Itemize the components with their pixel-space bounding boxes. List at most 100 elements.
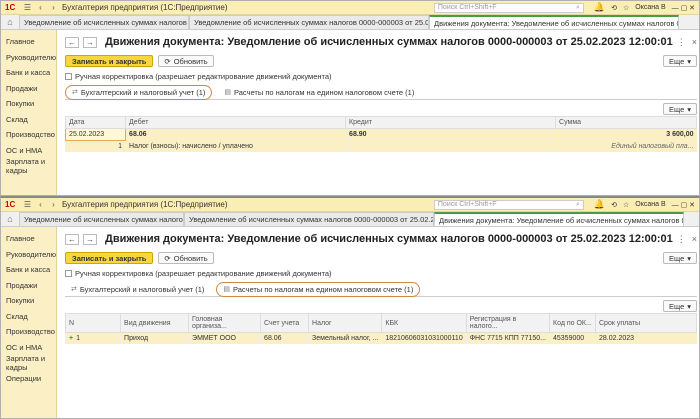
sidebar-item-warehouse[interactable]: Склад bbox=[1, 112, 56, 128]
col-n[interactable]: N bbox=[65, 313, 122, 333]
sidebar-item-production[interactable]: Производство bbox=[1, 324, 56, 340]
table-row[interactable]: +1 Приход ЭММЕТ ООО 68.06 Земельный нало… bbox=[65, 332, 697, 344]
star-icon[interactable]: ☆ bbox=[623, 4, 629, 12]
history-icon[interactable]: ⟲ bbox=[611, 4, 617, 12]
credit-cell[interactable]: 68.90 bbox=[345, 128, 556, 141]
menu-icon[interactable]: ☰ bbox=[23, 200, 32, 209]
save-close-button[interactable]: Записать и закрыть bbox=[65, 252, 154, 264]
manual-edit-checkbox[interactable] bbox=[65, 270, 73, 277]
col-date[interactable]: Дата bbox=[65, 116, 127, 129]
history-icon[interactable]: ⟲ bbox=[611, 201, 617, 209]
sidebar-item-manager[interactable]: Руководителю bbox=[1, 50, 56, 66]
sidebar-item-manager[interactable]: Руководителю bbox=[1, 247, 56, 263]
forward-icon[interactable]: › bbox=[49, 200, 58, 209]
refresh-icon: ⟳ bbox=[164, 56, 171, 66]
home-icon[interactable]: ⌂ bbox=[1, 211, 19, 226]
sidebar-item-main[interactable]: Главное bbox=[1, 231, 56, 247]
sidebar-item-assets[interactable]: ОС и НМА bbox=[1, 340, 56, 356]
user-name[interactable]: Оксана В bbox=[635, 201, 665, 208]
col-debit[interactable]: Дебет bbox=[125, 116, 347, 129]
save-close-button[interactable]: Записать и закрыть bbox=[65, 55, 154, 67]
home-icon[interactable]: ⌂ bbox=[1, 14, 19, 29]
col-okato[interactable]: Код по ОК... bbox=[549, 313, 596, 333]
bell-icon[interactable]: 🔔 bbox=[594, 2, 605, 13]
forward-icon[interactable]: › bbox=[49, 3, 58, 12]
sidebar-item-production[interactable]: Производство bbox=[1, 127, 56, 143]
col-tax[interactable]: Налог bbox=[308, 313, 383, 333]
chevron-down-icon: ▾ bbox=[687, 56, 692, 66]
sidebar-item-operations[interactable]: Операции bbox=[1, 371, 56, 387]
due-date-cell[interactable]: 28.02.2023 bbox=[594, 332, 697, 344]
content-cell[interactable]: Единый налоговый пла... bbox=[555, 140, 697, 152]
table-row[interactable]: 1 Налог (взносы): начислено / уплачено Е… bbox=[65, 140, 697, 152]
kbk-cell[interactable]: 18210606031031000110 bbox=[381, 332, 467, 344]
date-cell[interactable]: 25.02.2023 bbox=[65, 128, 127, 141]
refresh-button[interactable]: ⟳ Обновить bbox=[158, 55, 214, 67]
more-options-icon[interactable]: ⋮ bbox=[677, 37, 686, 48]
registration-cell[interactable]: ФНС 7715 КПП 77150... bbox=[465, 332, 550, 344]
sidebar-item-purchases[interactable]: Покупки bbox=[1, 96, 56, 112]
bell-icon[interactable]: 🔔 bbox=[594, 199, 605, 210]
sidebar-item-sales[interactable]: Продажи bbox=[1, 81, 56, 97]
tab-notice-list[interactable]: Уведомление об исчисленных суммах налого… bbox=[19, 15, 189, 29]
back-icon[interactable]: ‹ bbox=[36, 3, 45, 12]
sidebar-item-main[interactable]: Главное bbox=[1, 34, 56, 50]
col-org[interactable]: Головная организа... bbox=[188, 313, 262, 333]
menu-icon[interactable]: ☰ bbox=[23, 3, 32, 12]
col-credit[interactable]: Кредит bbox=[345, 116, 557, 129]
tax-cell[interactable]: Земельный налог, ... bbox=[308, 332, 382, 344]
col-kbk[interactable]: КБК bbox=[381, 313, 467, 333]
tab-movements[interactable]: Движения документа: Уведомление об исчис… bbox=[434, 212, 684, 226]
tab-accounting[interactable]: ⇄ Бухгалтерский и налоговый учет (1) bbox=[65, 283, 210, 296]
sidebar-item-purchases[interactable]: Покупки bbox=[1, 293, 56, 309]
subconto-cell[interactable]: Налог (взносы): начислено / уплачено bbox=[125, 140, 346, 152]
table-row[interactable]: 25.02.2023 68.06 68.90 3 600,00 bbox=[65, 128, 697, 141]
table-more-button[interactable]: Еще ▾ bbox=[662, 300, 698, 312]
tab-movements[interactable]: Движения документа: Уведомление об исчис… bbox=[429, 15, 679, 29]
sidebar-item-bank[interactable]: Банк и касса bbox=[1, 65, 56, 81]
tab-notice-list[interactable]: Уведомление об исчисленных суммах налого… bbox=[19, 212, 184, 226]
more-button[interactable]: Еще ▾ bbox=[662, 55, 698, 67]
account-cell[interactable]: 68.06 bbox=[260, 332, 309, 344]
more-button[interactable]: Еще ▾ bbox=[662, 252, 698, 264]
debit-cell[interactable]: 68.06 bbox=[125, 128, 346, 141]
table-more-button[interactable]: Еще ▾ bbox=[662, 103, 698, 115]
col-movement[interactable]: Вид движения bbox=[120, 313, 190, 333]
sidebar-item-assets[interactable]: ОС и НМА bbox=[1, 143, 56, 159]
col-amount[interactable]: Сумма bbox=[555, 116, 698, 129]
tab-accounting[interactable]: ⇄ Бухгалтерский и налоговый учет (1) bbox=[65, 84, 213, 100]
star-icon[interactable]: ☆ bbox=[623, 201, 629, 209]
window-controls[interactable]: — ▢ ✕ bbox=[672, 201, 695, 209]
more-options-icon[interactable]: ⋮ bbox=[677, 234, 686, 245]
sidebar-item-bank[interactable]: Банк и касса bbox=[1, 262, 56, 278]
okato-cell[interactable]: 45359000 bbox=[549, 332, 596, 344]
user-name[interactable]: Оксана В bbox=[635, 4, 665, 11]
org-cell[interactable]: ЭММЕТ ООО bbox=[188, 332, 261, 344]
sidebar: Главное Руководителю Банк и касса Продаж… bbox=[1, 227, 58, 418]
sidebar-item-sales[interactable]: Продажи bbox=[1, 278, 56, 294]
back-button[interactable]: ← bbox=[65, 233, 80, 245]
tab-notice-doc[interactable]: Уведомление об исчисленных суммах налого… bbox=[189, 15, 429, 29]
movement-cell[interactable]: Приход bbox=[120, 332, 189, 344]
forward-button[interactable]: → bbox=[83, 233, 98, 245]
search-input[interactable]: Поиск Ctrl+Shift+F ⌕ bbox=[433, 2, 584, 13]
back-icon[interactable]: ‹ bbox=[36, 200, 45, 209]
close-icon[interactable]: × bbox=[692, 234, 697, 245]
close-icon[interactable]: × bbox=[692, 37, 697, 48]
forward-button[interactable]: → bbox=[83, 36, 98, 48]
col-account[interactable]: Счет учета bbox=[260, 313, 310, 333]
sidebar-item-warehouse[interactable]: Склад bbox=[1, 309, 56, 325]
refresh-button[interactable]: ⟳ Обновить bbox=[158, 252, 214, 264]
col-registration[interactable]: Регистрация в налого... bbox=[465, 313, 551, 333]
manual-edit-checkbox[interactable] bbox=[65, 73, 73, 80]
tab-ens[interactable]: ▤ Расчеты по налогам на едином налоговом … bbox=[216, 281, 421, 297]
col-due-date[interactable]: Срок уплаты bbox=[594, 313, 698, 333]
tab-notice-doc[interactable]: Уведомление об исчисленных суммах налого… bbox=[184, 212, 434, 226]
amount-cell[interactable]: 3 600,00 bbox=[555, 128, 697, 141]
window-controls[interactable]: — ▢ ✕ bbox=[672, 4, 695, 12]
search-input[interactable]: Поиск Ctrl+Shift+F ⌕ bbox=[433, 199, 584, 210]
back-button[interactable]: ← bbox=[65, 36, 80, 48]
sidebar-item-salary[interactable]: Зарплата и кадры bbox=[1, 354, 56, 372]
tab-ens[interactable]: ▤ Расчеты по налогам на едином налоговом … bbox=[218, 86, 420, 99]
sidebar-item-salary[interactable]: Зарплата и кадры bbox=[1, 157, 56, 175]
